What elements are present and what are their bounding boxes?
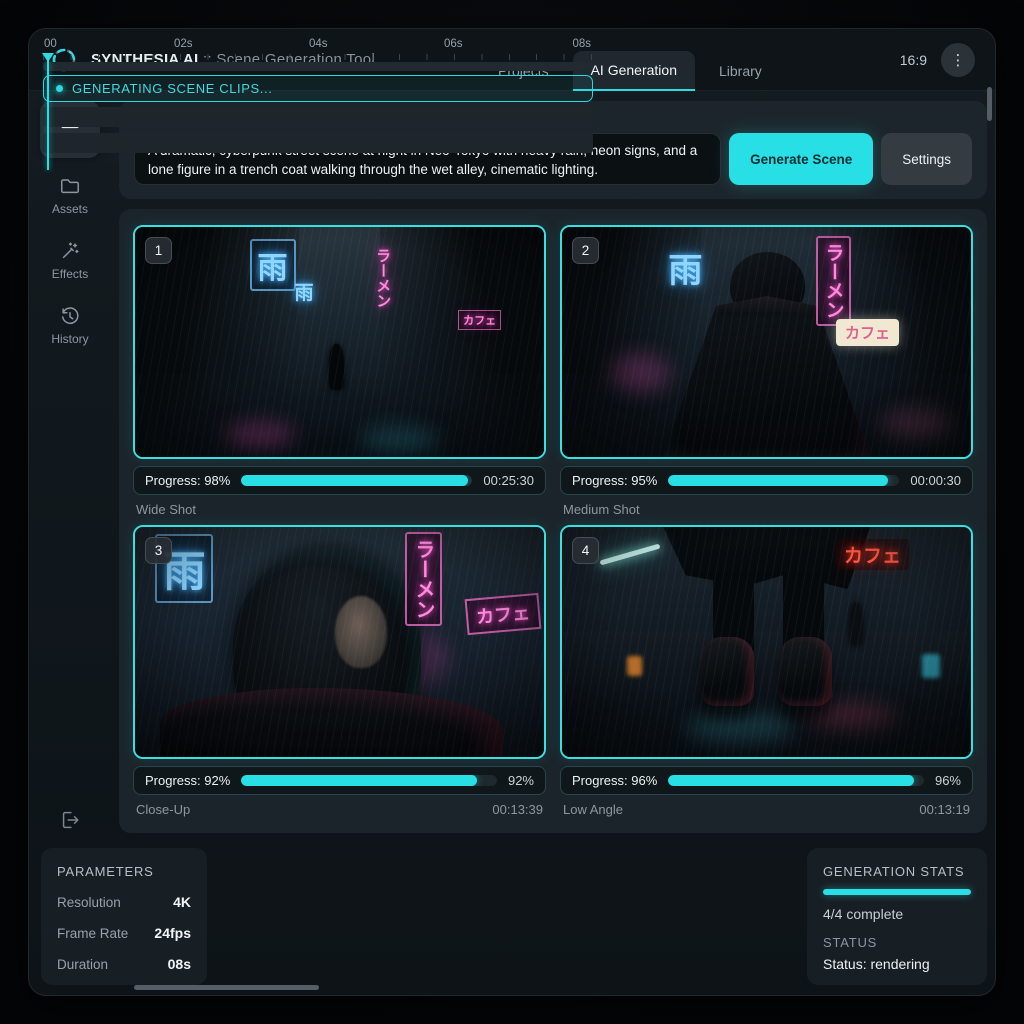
ruler-label: 08s bbox=[572, 38, 591, 50]
clip-2-preview-image: 雨 ラーメン カフェ bbox=[562, 227, 971, 457]
logout-button[interactable] bbox=[59, 809, 81, 836]
clip-thumbnail-3[interactable]: 雨 ラーメン カフェ 3 bbox=[133, 525, 546, 759]
progress-right-text: 00:00:30 bbox=[910, 473, 961, 488]
stats-status-heading: STATUS bbox=[823, 935, 971, 950]
progress-right-text: 92% bbox=[508, 773, 534, 788]
sidebar-item-history[interactable]: History bbox=[40, 296, 100, 353]
progress-bar bbox=[668, 775, 924, 786]
progress-bar bbox=[241, 775, 497, 786]
parameters-title: PARAMETERS bbox=[57, 864, 191, 879]
progress-bar bbox=[668, 475, 899, 486]
clip-3-preview-image: 雨 ラーメン カフェ bbox=[135, 527, 544, 757]
progress-label: Progress: 98% bbox=[145, 473, 230, 488]
ruler-label: 00 bbox=[44, 38, 57, 50]
timeline-panel: 00 02s 04s 06s 08s GENERATING SCENE CLIP… bbox=[29, 29, 607, 166]
clip-1-progress: Progress: 98% 00:25:30 bbox=[133, 466, 546, 495]
parameters-panel: PARAMETERS Resolution 4K Frame Rate 24fp… bbox=[41, 848, 207, 985]
ruler-label: 06s bbox=[444, 38, 463, 50]
stats-status-text: Status: rendering bbox=[823, 956, 971, 972]
playhead-line bbox=[47, 60, 49, 166]
clip-number-badge: 4 bbox=[572, 537, 599, 564]
clip-4-progress: Progress: 96% 96% bbox=[560, 766, 973, 795]
progress-label: Progress: 92% bbox=[145, 773, 230, 788]
shot-label: Wide Shot bbox=[136, 502, 196, 517]
stats-complete-text: 4/4 complete bbox=[823, 906, 971, 922]
aspect-ratio-label: 16:9 bbox=[900, 52, 927, 68]
ruler-label: 04s bbox=[309, 38, 328, 50]
shot-time: 00:13:19 bbox=[919, 802, 970, 817]
clip-number-badge: 2 bbox=[572, 237, 599, 264]
clip-2-progress: Progress: 95% 00:00:30 bbox=[560, 466, 973, 495]
progress-right-text: 96% bbox=[935, 773, 961, 788]
kebab-menu-button[interactable]: ⋮ bbox=[941, 43, 975, 77]
sidebar-item-effects[interactable]: Effects bbox=[40, 231, 100, 288]
magic-wand-icon bbox=[59, 240, 81, 262]
param-resolution: Resolution 4K bbox=[57, 894, 191, 910]
progress-bar bbox=[241, 475, 472, 486]
param-duration: Duration 08s bbox=[57, 956, 191, 972]
generation-stats-panel: GENERATION STATS 4/4 complete STATUS Sta… bbox=[807, 848, 987, 985]
clip-thumbnail-1[interactable]: 雨 雨 ラーメン カフェ 1 bbox=[133, 225, 546, 459]
clip-1-preview-image: 雨 雨 ラーメン カフェ bbox=[135, 227, 544, 457]
progress-right-text: 00:25:30 bbox=[483, 473, 534, 488]
clip-card-3: 雨 ラーメン カフェ 3 Progress: 92% 92% Close-Up … bbox=[133, 525, 546, 817]
ruler-label: 02s bbox=[174, 38, 193, 50]
settings-button[interactable]: Settings bbox=[881, 133, 972, 185]
tab-library[interactable]: Library bbox=[701, 51, 780, 91]
generate-scene-button[interactable]: Generate Scene bbox=[729, 133, 873, 185]
clip-3-progress: Progress: 92% 92% bbox=[133, 766, 546, 795]
progress-label: Progress: 96% bbox=[572, 773, 657, 788]
shot-label: Close-Up bbox=[136, 802, 190, 817]
sidebar-item-label: Assets bbox=[52, 202, 88, 216]
timeline-track-row bbox=[43, 62, 593, 71]
clip-thumbnail-4[interactable]: カフェ 4 bbox=[560, 525, 973, 759]
clip-card-4: カフェ 4 Progress: 96% 96% Low Angle 00: bbox=[560, 525, 973, 817]
timeline-tracks: GENERATING SCENE CLIPS... bbox=[43, 62, 593, 158]
history-clock-icon bbox=[59, 305, 81, 327]
timeline-track-row bbox=[43, 107, 593, 127]
timeline-ruler: 00 02s 04s 06s 08s bbox=[43, 38, 593, 60]
clip-number-badge: 3 bbox=[145, 537, 172, 564]
shot-time: 00:13:39 bbox=[492, 802, 543, 817]
clip-4-preview-image: カフェ bbox=[562, 527, 971, 757]
clip-card-1: 雨 雨 ラーメン カフェ 1 Progress: 98% 00:25:30 Wi… bbox=[133, 225, 546, 517]
shot-label: Low Angle bbox=[563, 802, 623, 817]
generating-clip-row[interactable]: GENERATING SCENE CLIPS... bbox=[43, 75, 593, 102]
ruler-ticks bbox=[43, 54, 593, 60]
timeline-track-row bbox=[43, 133, 593, 153]
progress-label: Progress: 95% bbox=[572, 473, 657, 488]
clip-thumbnail-2[interactable]: 雨 ラーメン カフェ 2 bbox=[560, 225, 973, 459]
sidebar-item-label: History bbox=[51, 332, 88, 346]
clip-card-2: 雨 ラーメン カフェ 2 Progress: 95% 00:00:30 Medi… bbox=[560, 225, 973, 517]
folder-icon bbox=[59, 175, 81, 197]
generating-status-label: GENERATING SCENE CLIPS... bbox=[72, 81, 272, 96]
app-window: SYNTHESIA AI :: Scene Generation Tool Pr… bbox=[28, 28, 996, 996]
logout-icon bbox=[59, 809, 81, 831]
sidebar-item-assets[interactable]: Assets bbox=[40, 166, 100, 223]
shot-label: Medium Shot bbox=[563, 502, 640, 517]
stats-progress-bar bbox=[823, 889, 971, 895]
param-frame-rate: Frame Rate 24fps bbox=[57, 925, 191, 941]
clips-panel: 雨 雨 ラーメン カフェ 1 Progress: 98% 00:25:30 Wi… bbox=[119, 209, 987, 833]
clip-number-badge: 1 bbox=[145, 237, 172, 264]
recording-dot-icon bbox=[56, 85, 63, 92]
stats-title: GENERATION STATS bbox=[823, 864, 971, 879]
sidebar-item-label: Effects bbox=[52, 267, 88, 281]
